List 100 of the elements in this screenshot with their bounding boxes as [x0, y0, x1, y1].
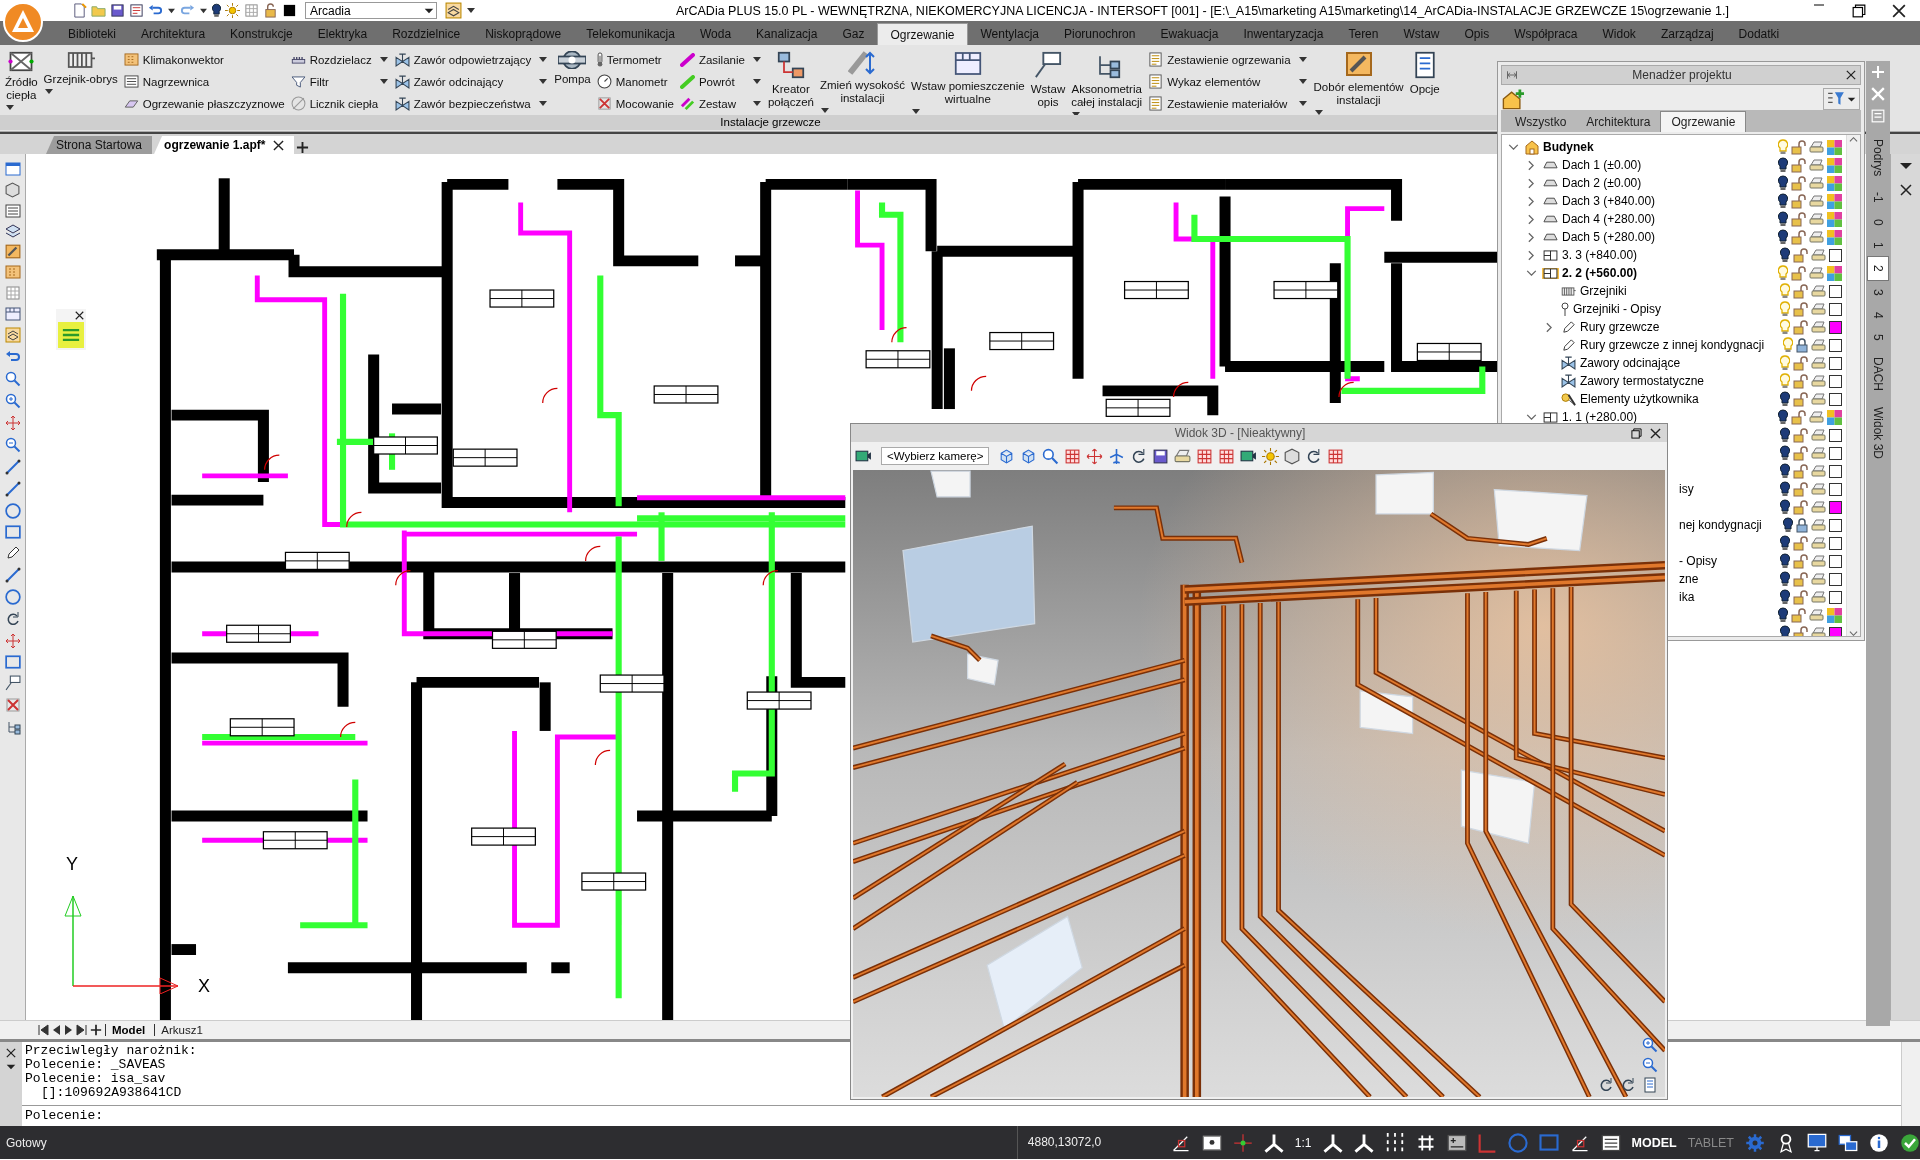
close-icon[interactable] [6, 1048, 16, 1058]
color-swatch[interactable] [1829, 554, 1842, 568]
printer-icon[interactable] [1809, 213, 1824, 225]
printer-icon[interactable] [1811, 483, 1826, 495]
ribbon-button[interactable]: Powrót [678, 71, 763, 92]
tree-item[interactable]: Budynek [1543, 140, 1594, 154]
restore-icon[interactable] [1852, 3, 1866, 18]
open-lock-icon[interactable] [1791, 211, 1806, 227]
bulb-icon[interactable] [1783, 517, 1793, 533]
layers-icon[interactable] [4, 224, 21, 238]
color-grid-icon[interactable] [1827, 139, 1842, 155]
tree-item[interactable]: Zawory odcinające [1580, 356, 1681, 370]
ribbon-button[interactable]: Manometr [595, 71, 675, 92]
document-tab[interactable]: ogrzewanie 1.apf* [154, 136, 295, 154]
camera-icon[interactable] [1240, 450, 1258, 462]
tree-item[interactable]: Rury grzewcze z innej kondygnacji [1580, 338, 1765, 352]
printer-icon[interactable] [1811, 447, 1826, 459]
open-lock-icon[interactable] [1791, 193, 1806, 209]
square-icon[interactable] [4, 655, 21, 669]
tree-item[interactable]: Grzejniki - Opisy [1573, 302, 1661, 316]
bulb-icon[interactable] [1780, 445, 1790, 461]
ribbon-button[interactable]: Termometr [595, 49, 675, 70]
ribbon-tab[interactable]: Gaz [830, 23, 877, 45]
level-tab[interactable]: Widok 3D [1867, 399, 1889, 468]
printer-icon[interactable] [1811, 249, 1826, 261]
chevron-down-icon[interactable] [1507, 144, 1519, 150]
ribbon-button[interactable]: Wstaw pomieszczenie wirtualne [909, 49, 1026, 115]
sheet-tab[interactable]: Model [105, 1024, 152, 1036]
bulb-icon[interactable] [1780, 499, 1790, 515]
chevron-down-icon[interactable] [1525, 414, 1537, 420]
ribbon-tab[interactable]: Niskoprądowe [473, 23, 574, 45]
panel-tab[interactable]: Architektura [1576, 112, 1661, 132]
ribbon-button[interactable]: Dobór elementów instalacji [1312, 49, 1405, 115]
tree-item[interactable]: Grzejniki [1580, 284, 1627, 298]
color-grid-icon[interactable] [1827, 211, 1842, 227]
document-tab[interactable]: Strona Startowa [46, 136, 153, 154]
scrollbar[interactable] [1901, 1042, 1920, 1126]
tree-item[interactable]: isy [1679, 482, 1694, 496]
open-lock-icon[interactable] [1793, 445, 1808, 461]
filter-button[interactable] [1823, 88, 1860, 110]
level-tab[interactable]: Podrys [1867, 131, 1889, 185]
bulb-icon[interactable] [1780, 571, 1790, 587]
color-swatch[interactable] [1829, 572, 1842, 586]
printer-icon[interactable] [1809, 267, 1824, 279]
circle-icon[interactable] [4, 503, 21, 519]
box-icon[interactable] [5, 182, 20, 198]
open-lock-icon[interactable] [1793, 499, 1808, 515]
ribbon-button[interactable]: Licznik ciepła [289, 93, 390, 114]
chevron-right-icon[interactable] [1528, 159, 1534, 171]
tree-item[interactable]: Dach 2 (±0.00) [1562, 176, 1642, 190]
tree-item[interactable]: Elementy użytkownika [1580, 392, 1699, 406]
ribbon-button[interactable]: Nagrzewnica [122, 71, 286, 92]
zoom-in-icon[interactable] [4, 393, 21, 409]
tree-item[interactable]: zne [1679, 572, 1699, 586]
tree-item[interactable]: Dach 1 (±0.00) [1562, 158, 1642, 172]
line-icon[interactable] [4, 481, 21, 497]
chevron-right-icon[interactable] [1546, 321, 1552, 333]
ribbon-tab[interactable]: Wentylacja [968, 23, 1051, 45]
open-lock-icon[interactable] [1793, 247, 1808, 263]
chevron-right-icon[interactable] [1528, 249, 1534, 261]
printer-icon[interactable] [1809, 195, 1824, 207]
bulb-icon[interactable] [212, 3, 221, 18]
printer-icon[interactable] [1811, 393, 1826, 405]
open-lock-icon[interactable] [1793, 571, 1808, 587]
box-icon[interactable] [1284, 447, 1301, 465]
save-icon[interactable] [110, 3, 125, 18]
info-icon[interactable] [1869, 1132, 1889, 1153]
plane-icon[interactable] [1108, 447, 1126, 465]
camera-dropdown[interactable]: <Wybierz kamerę> [881, 447, 990, 465]
ribbon-tab[interactable]: Dodatki [1726, 23, 1792, 45]
dots-icon[interactable] [1384, 1132, 1405, 1153]
ribbon-tab[interactable]: Elektryka [305, 23, 380, 45]
command-prompt[interactable]: Polecenie: [25, 1106, 103, 1126]
ribbon-button[interactable]: Pompa [553, 49, 592, 115]
ribbon-button[interactable]: Zawór bezpieczeństwa [393, 93, 550, 114]
layer-dropdown[interactable]: Arcadia [305, 2, 437, 19]
color-swatch[interactable] [1829, 626, 1842, 636]
ribbon-button[interactable]: Ogrzewanie płaszczyznowe [122, 93, 286, 114]
ribbon-tab[interactable]: Inwentaryzacja [1231, 23, 1336, 45]
line-icon[interactable] [4, 459, 21, 475]
first-icon[interactable] [38, 1024, 49, 1036]
panel-tab[interactable]: Wszystko [1505, 112, 1577, 132]
color-swatch[interactable] [1829, 320, 1842, 334]
open-lock-icon[interactable] [1791, 265, 1806, 281]
bulb-icon[interactable] [1780, 481, 1790, 497]
ribbon-tab[interactable]: Konstrukcje [218, 23, 305, 45]
printer-icon[interactable] [1811, 555, 1826, 567]
monitor-icon[interactable] [1807, 1133, 1827, 1152]
status-toggle[interactable]: TABLET [1687, 1135, 1734, 1150]
color-swatch[interactable] [1829, 518, 1842, 532]
open-lock-icon[interactable] [1793, 283, 1808, 299]
color-grid-icon[interactable] [1827, 607, 1842, 623]
close-icon[interactable] [1892, 3, 1906, 18]
open-lock-icon[interactable] [1791, 139, 1806, 155]
square-icon[interactable] [1538, 1134, 1559, 1151]
caret-icon[interactable] [1898, 162, 1913, 170]
square-icon[interactable] [4, 525, 21, 539]
zoom-in-icon[interactable] [1642, 1037, 1658, 1053]
circle-icon[interactable] [4, 589, 21, 605]
table-grid-icon[interactable] [1064, 447, 1082, 465]
